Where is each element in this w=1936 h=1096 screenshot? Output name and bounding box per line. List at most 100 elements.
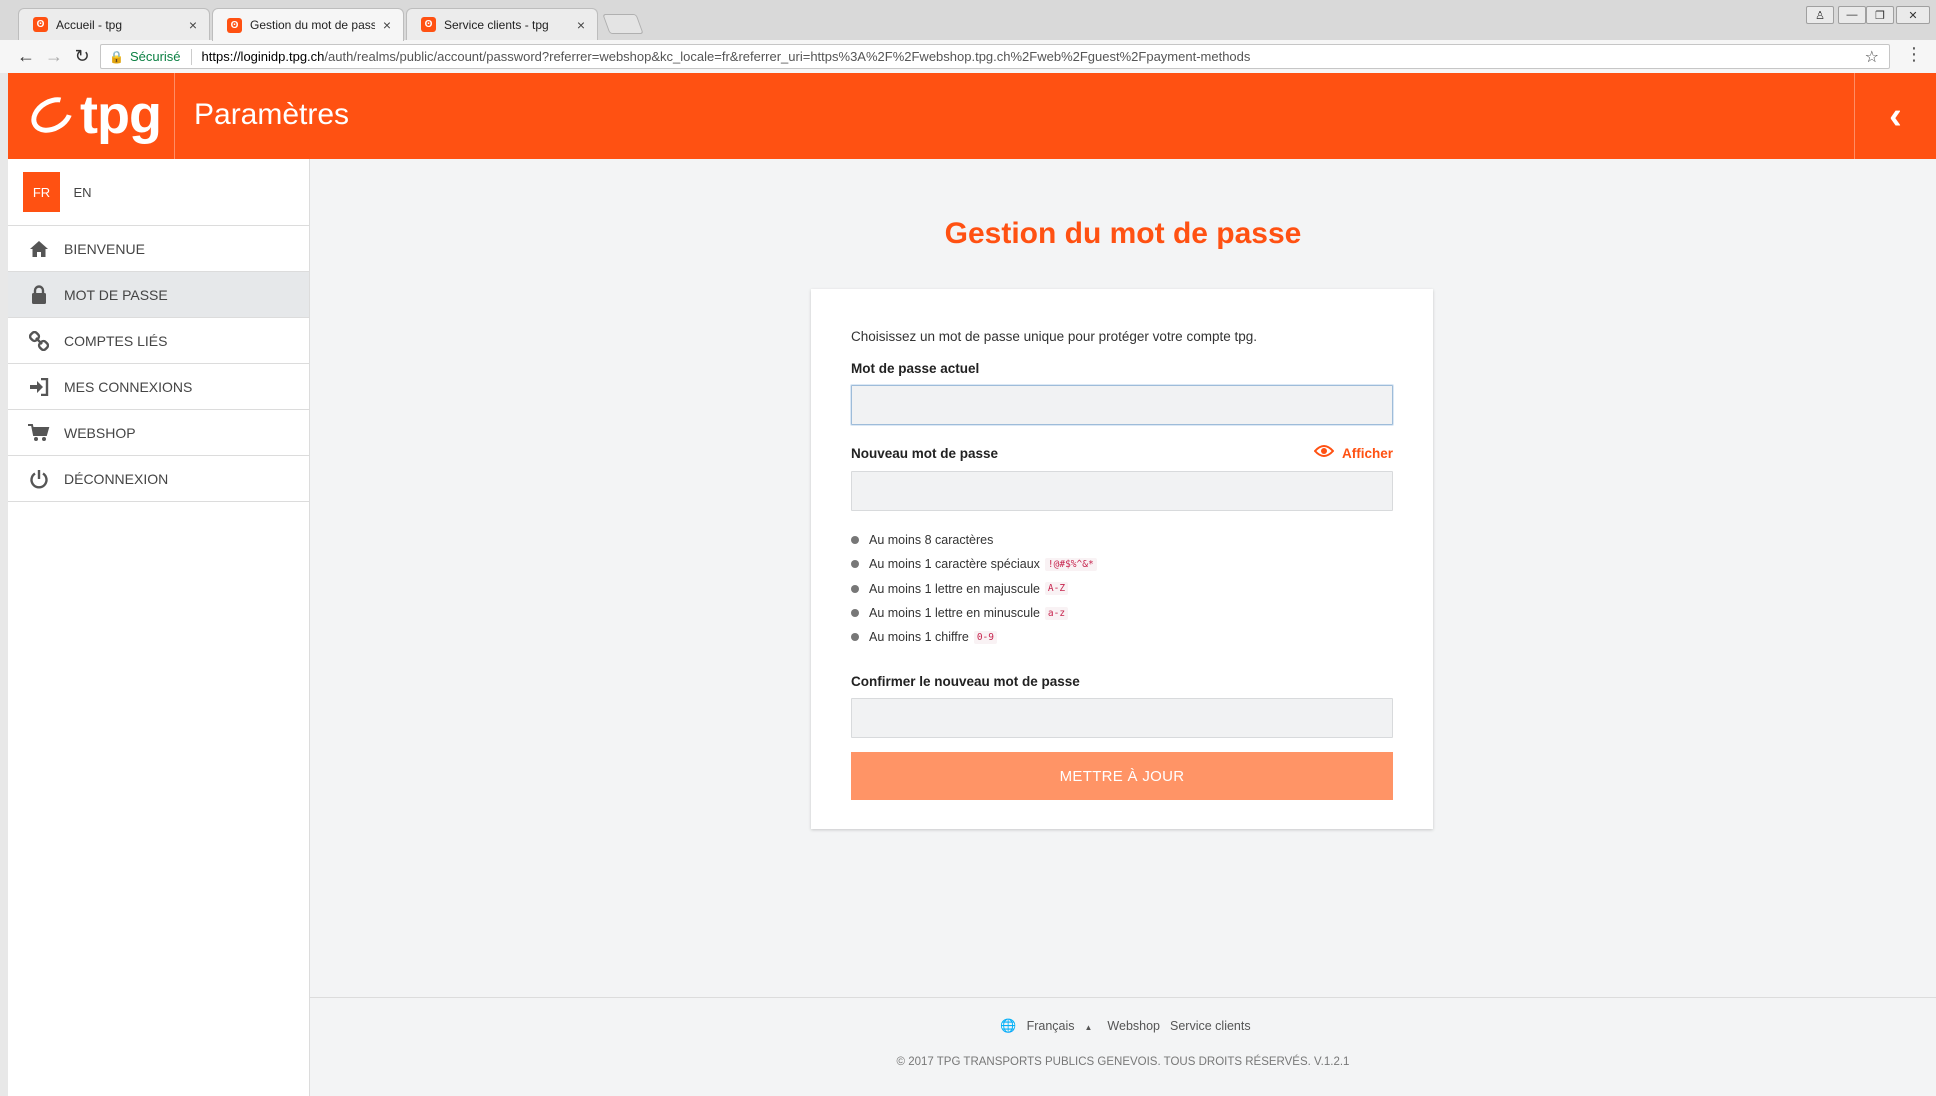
tpg-favicon-icon: ʘ xyxy=(421,17,436,32)
secure-label: Sécurisé xyxy=(129,49,181,64)
sidebar-item-label: DÉCONNEXION xyxy=(64,470,169,487)
cart-icon xyxy=(28,422,50,444)
window-left-edge xyxy=(0,73,8,1096)
tab-strip: ʘ Accueil - tpg × ʘ Gestion du mot de pa… xyxy=(0,0,1936,41)
browser-chrome: ʘ Accueil - tpg × ʘ Gestion du mot de pa… xyxy=(0,0,1936,73)
rule-text: Au moins 1 caractère spéciaux xyxy=(869,557,1040,572)
confirm-password-label: Confirmer le nouveau mot de passe xyxy=(851,674,1393,689)
bullet xyxy=(851,536,859,545)
address-bar[interactable]: 🔒 Sécurisé https://loginidp.tpg.ch/auth/… xyxy=(100,44,1890,69)
restore-icon[interactable]: ❐ xyxy=(1866,6,1894,24)
sidebar-item-label: MES CONNEXIONS xyxy=(64,378,193,395)
rule-text: Au moins 1 lettre en minuscule xyxy=(869,606,1040,621)
lock-icon: 🔒 xyxy=(109,49,124,64)
rule-code: a-z xyxy=(1044,606,1069,620)
footer-links: 🌐 Français ▲ Webshop Service clients xyxy=(310,1018,1936,1034)
rule-text: Au moins 1 lettre en majuscule xyxy=(869,581,1040,596)
address-separator xyxy=(190,48,192,65)
main-content: Gestion du mot de passe Choisissez un mo… xyxy=(310,159,1936,1096)
profile-icon[interactable]: ♙ xyxy=(1806,6,1834,24)
lock-icon xyxy=(28,284,50,306)
header-divider xyxy=(174,73,175,159)
close-icon[interactable]: × xyxy=(577,17,585,33)
bullet xyxy=(851,560,859,569)
bullet xyxy=(851,633,859,642)
tpg-favicon-icon: ʘ xyxy=(227,17,242,33)
confirm-password-label-text: Confirmer le nouveau mot de passe xyxy=(851,674,1080,690)
language-switcher: FR EN xyxy=(8,159,309,226)
new-password-label: Nouveau mot de passe Afficher xyxy=(851,444,1393,462)
new-password-label-text: Nouveau mot de passe xyxy=(851,445,999,461)
globe-icon: 🌐 xyxy=(1000,1018,1017,1033)
tpg-logo[interactable]: tpg xyxy=(24,85,162,145)
sidebar-item-mot-de-passe[interactable]: MOT DE PASSE xyxy=(8,272,309,318)
sidebar-item-label: BIENVENUE xyxy=(64,240,145,257)
home-icon xyxy=(28,238,50,260)
chevron-left-icon[interactable]: ‹ xyxy=(1854,73,1936,159)
page-title: Gestion du mot de passe xyxy=(944,217,1302,250)
window-close-icon[interactable]: ✕ xyxy=(1896,6,1930,24)
url-domain: https://loginidp.tpg.ch xyxy=(201,49,325,64)
minimize-icon[interactable]: — xyxy=(1838,6,1866,24)
list-item: Au moins 1 caractère spéciaux !@#$%^&* xyxy=(851,552,1393,576)
language-select[interactable]: 🌐 Français ▲ xyxy=(995,1018,1097,1034)
sidebar-item-deconnexion[interactable]: DÉCONNEXION xyxy=(8,456,309,502)
browser-menu-icon[interactable]: ⋮ xyxy=(1905,44,1923,65)
rule-code: A-Z xyxy=(1044,582,1069,596)
sidebar-item-comptes-lies[interactable]: COMPTES LIÉS xyxy=(8,318,309,364)
logo-text: tpg xyxy=(80,85,162,145)
sign-in-icon xyxy=(28,376,50,398)
caret-up-icon: ▲ xyxy=(1084,1023,1093,1032)
lang-fr-button[interactable]: FR xyxy=(23,172,60,212)
sidebar-item-mes-connexions[interactable]: MES CONNEXIONS xyxy=(8,364,309,410)
language-select-label: Français xyxy=(1026,1019,1075,1033)
bookmark-star-icon[interactable]: ☆ xyxy=(1865,47,1879,67)
sidebar: FR EN BIENVENUE MOT DE PASSE COMPTES LIÉ… xyxy=(8,159,310,1096)
current-password-label: Mot de passe actuel xyxy=(851,361,1393,376)
page-header-title: Paramètres xyxy=(194,98,350,131)
back-arrow-icon[interactable]: ← xyxy=(14,44,38,68)
lang-en-button[interactable]: EN xyxy=(64,172,101,212)
link-icon xyxy=(28,330,50,352)
rule-text: Au moins 8 caractères xyxy=(869,533,994,548)
intro-text: Choisissez un mot de passe unique pour p… xyxy=(851,329,1257,344)
app-header: tpg Paramètres ‹ xyxy=(8,73,1936,159)
close-icon[interactable]: × xyxy=(189,17,197,33)
eye-icon xyxy=(1313,444,1335,462)
rule-code: !@#$%^&* xyxy=(1044,557,1097,571)
password-card: Choisissez un mot de passe unique pour p… xyxy=(811,289,1433,829)
update-button[interactable]: METTRE À JOUR xyxy=(851,752,1393,801)
show-password-toggle[interactable]: Afficher xyxy=(1313,444,1393,462)
sidebar-item-label: MOT DE PASSE xyxy=(64,286,168,303)
footer-link-service-clients[interactable]: Service clients xyxy=(1170,1019,1251,1033)
footer: 🌐 Français ▲ Webshop Service clients © 201… xyxy=(310,997,1936,1096)
tpg-favicon-icon: ʘ xyxy=(33,17,48,32)
sidebar-item-label: COMPTES LIÉS xyxy=(64,332,168,349)
list-item: Au moins 1 chiffre 0-9 xyxy=(851,625,1393,649)
tab-accueil[interactable]: ʘ Accueil - tpg × xyxy=(18,8,210,40)
forward-arrow-icon[interactable]: → xyxy=(42,44,66,68)
tab-gestion-mot-de-passe[interactable]: ʘ Gestion du mot de passe × xyxy=(212,8,404,41)
footer-link-webshop[interactable]: Webshop xyxy=(1107,1019,1160,1033)
tpg-logo-mark-icon xyxy=(24,90,80,140)
tab-service-clients[interactable]: ʘ Service clients - tpg × xyxy=(406,8,598,40)
confirm-password-input[interactable] xyxy=(851,698,1393,739)
list-item: Au moins 1 lettre en minuscule a-z xyxy=(851,601,1393,625)
new-password-input[interactable] xyxy=(851,471,1393,511)
password-rules: Au moins 8 caractères Au moins 1 caractè… xyxy=(851,528,1393,649)
copyright: © 2017 TPG TRANSPORTS PUBLICS GENEVOIS. … xyxy=(896,1056,1350,1068)
list-item: Au moins 1 lettre en majuscule A-Z xyxy=(851,577,1393,601)
current-password-label-text: Mot de passe actuel xyxy=(851,361,980,376)
browser-toolbar: ← → ↻ 🔒 Sécurisé https://loginidp.tpg.ch… xyxy=(0,40,1936,73)
tab-title: Service clients - tpg xyxy=(444,17,549,32)
sidebar-item-label: WEBSHOP xyxy=(64,424,136,441)
bullet xyxy=(851,609,859,618)
sidebar-item-webshop[interactable]: WEBSHOP xyxy=(8,410,309,456)
new-tab-button[interactable] xyxy=(602,14,644,34)
sidebar-item-bienvenue[interactable]: BIENVENUE xyxy=(8,226,309,272)
rule-text: Au moins 1 chiffre xyxy=(869,630,969,645)
reload-icon[interactable]: ↻ xyxy=(70,44,94,68)
power-icon xyxy=(28,468,50,490)
current-password-input[interactable] xyxy=(851,385,1393,425)
close-icon[interactable]: × xyxy=(383,17,391,33)
